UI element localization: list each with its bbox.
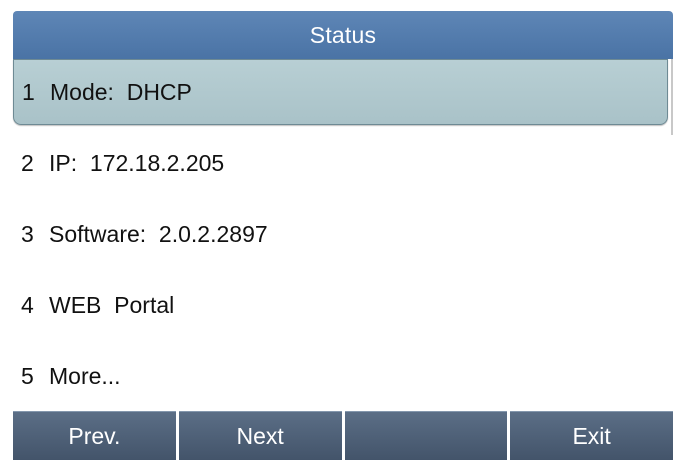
menu-item-web-portal[interactable]: 4 WEB Portal (13, 272, 668, 338)
phone-screen: Status 1 Mode: DHCP 2 IP: 172.18.2.205 3… (0, 0, 679, 460)
menu-item-number: 1 (22, 78, 35, 105)
menu-item-mode[interactable]: 1 Mode: DHCP (13, 59, 668, 125)
menu-item-number: 4 (21, 291, 34, 318)
status-menu: 1 Mode: DHCP 2 IP: 172.18.2.205 3 Softwa… (13, 59, 673, 411)
menu-item-software[interactable]: 3 Software: 2.0.2.2897 (13, 201, 668, 267)
menu-item-more[interactable]: 5 More... (13, 343, 668, 409)
menu-item-label: IP: 172.18.2.205 (49, 149, 225, 176)
softkey-bar: Prev. Next Exit (13, 411, 673, 460)
menu-item-label: More... (49, 362, 121, 389)
blank-softkey[interactable] (344, 411, 508, 460)
menu-item-label: Mode: DHCP (50, 78, 192, 105)
menu-item-number: 5 (21, 362, 34, 389)
next-button[interactable]: Next (178, 411, 342, 460)
title-bar: Status (13, 11, 673, 59)
menu-item-number: 3 (21, 220, 34, 247)
scrollbar[interactable] (671, 59, 673, 135)
menu-item-number: 2 (21, 149, 34, 176)
menu-item-label: WEB Portal (49, 291, 175, 318)
page-title: Status (309, 21, 377, 48)
prev-button[interactable]: Prev. (13, 411, 176, 460)
exit-button[interactable]: Exit (510, 411, 673, 460)
menu-item-label: Software: 2.0.2.2897 (49, 220, 268, 247)
menu-item-ip[interactable]: 2 IP: 172.18.2.205 (13, 130, 668, 196)
